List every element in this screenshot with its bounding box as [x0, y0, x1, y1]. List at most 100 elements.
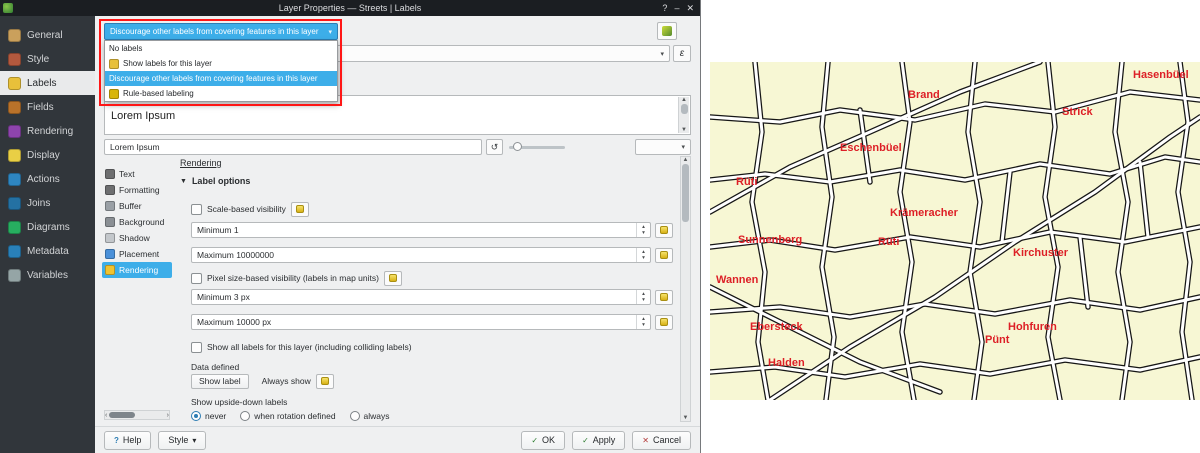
scroll-down-icon[interactable]: ▼ [681, 127, 687, 133]
data-defined-button[interactable] [655, 223, 673, 238]
apply-button[interactable]: ✓ Apply [572, 431, 625, 450]
scrollbar-thumb[interactable] [682, 164, 689, 222]
spinner-arrows-icon[interactable]: ▴▾ [636, 315, 650, 329]
reset-icon: ↺ [491, 142, 499, 153]
minimum-scale-spinbox[interactable]: Minimum 1 ▴▾ [191, 222, 651, 238]
sidebar-item-variables[interactable]: Variables [0, 263, 95, 287]
scroll-down-icon[interactable]: ▼ [683, 415, 689, 421]
label-options-group[interactable]: ▼ Label options [180, 176, 250, 186]
sidebar-item-rendering[interactable]: Rendering [0, 119, 95, 143]
collapse-arrow-icon[interactable]: ▼ [180, 178, 187, 185]
radio-option-when-rotation-defined[interactable]: when rotation defined [240, 411, 335, 421]
dialog-titlebar[interactable]: Layer Properties — Streets | Labels ? – … [0, 0, 700, 16]
preview-scrollbar[interactable]: ▲ ▼ [678, 97, 689, 133]
tab-background[interactable]: Background [102, 214, 172, 230]
maximum-pixel-spinbox[interactable]: Maximum 10000 px ▴▾ [191, 314, 651, 330]
preview-scale-slider[interactable] [509, 139, 565, 155]
tab-shadow[interactable]: Shadow [102, 230, 172, 246]
radio-button[interactable] [240, 411, 250, 421]
apply-button-label: Apply [593, 435, 616, 445]
scroll-right-icon[interactable]: › [167, 412, 169, 419]
sidebar-item-labels[interactable]: Labels [0, 71, 95, 95]
data-defined-button[interactable] [384, 271, 402, 286]
pixel-size-visibility-checkbox[interactable] [191, 273, 202, 284]
upside-down-label: Show upside-down labels [191, 397, 287, 407]
scale-based-visibility-checkbox[interactable] [191, 204, 202, 215]
svg-text:Ebersteck: Ebersteck [750, 321, 803, 333]
dropdown-option[interactable]: Show labels for this layer [105, 56, 337, 71]
show-labels-icon [109, 59, 119, 69]
sidebar-item-general[interactable]: General [0, 23, 95, 47]
dialog-title: Layer Properties — Streets | Labels [0, 3, 700, 13]
spinner-arrows-icon[interactable]: ▴▾ [636, 248, 650, 262]
scroll-left-icon[interactable]: ‹ [105, 412, 107, 419]
data-defined-button[interactable] [316, 374, 334, 389]
style-icon [8, 53, 21, 66]
preview-text-input[interactable]: Lorem Ipsum [104, 139, 482, 155]
tab-formatting[interactable]: Formatting [102, 182, 172, 198]
svg-text:Hohfuren: Hohfuren [1008, 321, 1057, 333]
labeling-mode-combobox[interactable]: Discourage other labels from covering fe… [104, 23, 338, 40]
help-titlebar-icon[interactable]: ? [662, 3, 667, 14]
tab-placement[interactable]: Placement [102, 246, 172, 262]
minimize-icon[interactable]: – [674, 3, 679, 14]
minimum-pixel-spinbox[interactable]: Minimum 3 px ▴▾ [191, 289, 651, 305]
reset-preview-button[interactable]: ↺ [486, 139, 503, 155]
sidebar-item-label: Display [27, 150, 60, 161]
dropdown-option[interactable]: No labels [105, 41, 337, 56]
scroll-up-icon[interactable]: ▲ [683, 157, 689, 163]
dropdown-option[interactable]: Rule-based labeling [105, 86, 337, 101]
radio-label: always [364, 411, 390, 421]
dropdown-option[interactable]: Discourage other labels from covering fe… [105, 71, 337, 86]
show-label-row: Show label Always show [191, 373, 334, 389]
data-defined-button[interactable] [655, 290, 673, 305]
preview-zoom-combobox[interactable]: ▾ [635, 139, 691, 155]
radio-option-always[interactable]: always [350, 411, 390, 421]
map-canvas: HasenbüelBrandStrickEschenbüelRütiKrämer… [710, 62, 1200, 400]
help-button[interactable]: ? Help [104, 431, 151, 450]
show-label-button[interactable]: Show label [191, 374, 249, 389]
data-defined-button[interactable] [655, 248, 673, 263]
sidebar-item-style[interactable]: Style [0, 47, 95, 71]
expression-builder-button[interactable]: ε [673, 45, 691, 62]
sidebar-item-actions[interactable]: Actions [0, 167, 95, 191]
sidebar-item-fields[interactable]: Fields [0, 95, 95, 119]
spinner-arrows-icon[interactable]: ▴▾ [636, 290, 650, 304]
sidebar-item-metadata[interactable]: Metadata [0, 239, 95, 263]
sidebar-item-diagrams[interactable]: Diagrams [0, 215, 95, 239]
ok-button-label: OK [542, 435, 555, 445]
automated-placement-settings-button[interactable] [657, 22, 677, 40]
close-icon[interactable]: ✕ [686, 3, 694, 14]
slider-handle[interactable] [513, 142, 522, 151]
sidebar-item-joins[interactable]: Joins [0, 191, 95, 215]
data-defined-button[interactable] [655, 315, 673, 330]
ok-icon: ✓ [531, 436, 538, 445]
show-all-labels-checkbox[interactable] [191, 342, 202, 353]
spinner-arrows-icon[interactable]: ▴▾ [636, 223, 650, 237]
svg-text:Sunnenberg: Sunnenberg [738, 234, 802, 246]
subtabs-horizontal-scrollbar[interactable]: ‹ › [104, 410, 170, 420]
scroll-up-icon[interactable]: ▲ [681, 97, 687, 103]
sidebar-item-display[interactable]: Display [0, 143, 95, 167]
tab-rendering[interactable]: Rendering [102, 262, 172, 278]
dropdown-option-label: Rule-based labeling [123, 89, 194, 98]
radio-option-never[interactable]: never [191, 411, 226, 421]
scrollbar-thumb[interactable] [109, 412, 135, 418]
diagrams-icon [8, 221, 21, 234]
data-defined-icon [660, 318, 668, 326]
maximum-scale-spinbox[interactable]: Maximum 10000000 ▴▾ [191, 247, 651, 263]
tab-buffer[interactable]: Buffer [102, 198, 172, 214]
ok-button[interactable]: ✓ OK [521, 431, 565, 450]
data-defined-icon [389, 274, 397, 282]
style-button[interactable]: Style ▾ [158, 431, 206, 450]
panel-scrollbar[interactable]: ▲ ▼ [680, 156, 691, 422]
tab-text[interactable]: Text [102, 166, 172, 182]
data-defined-button[interactable] [291, 202, 309, 217]
minimum-pixel-row: Minimum 3 px ▴▾ [191, 289, 673, 305]
map-svg: HasenbüelBrandStrickEschenbüelRütiKrämer… [710, 62, 1200, 400]
radio-button[interactable] [191, 411, 201, 421]
scrollbar-thumb[interactable] [681, 104, 688, 114]
cancel-button[interactable]: ✕ Cancel [632, 431, 691, 450]
svg-text:Eschenbüel: Eschenbüel [840, 142, 902, 154]
radio-button[interactable] [350, 411, 360, 421]
